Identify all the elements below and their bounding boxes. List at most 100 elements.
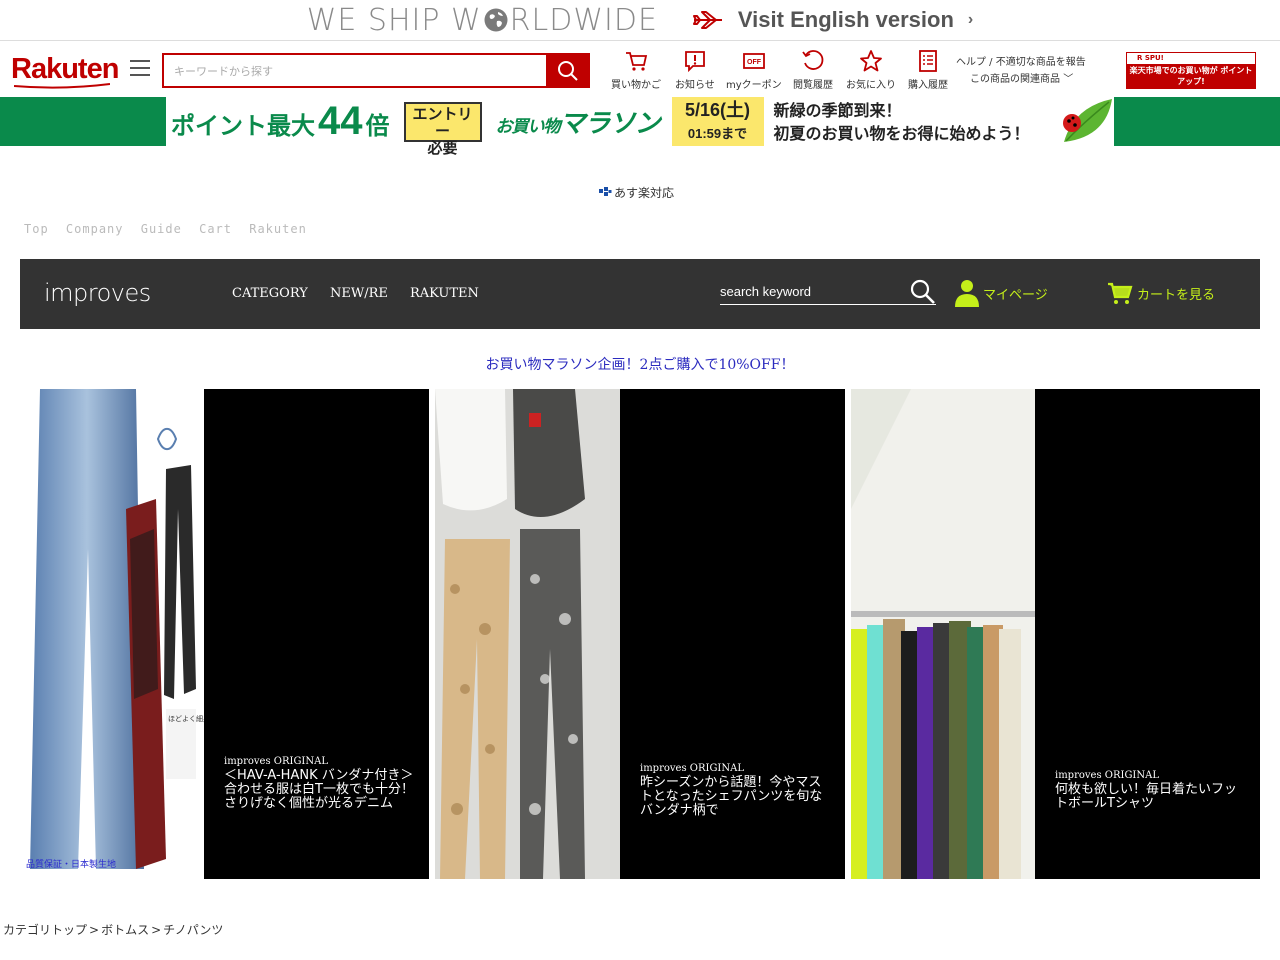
search-icon[interactable] — [910, 279, 936, 305]
card-caption: improves ORIGINAL 何枚も欲しい！毎日着たいフットボールTシャツ — [1055, 770, 1245, 811]
visit-english-label: Visit English version — [737, 7, 954, 32]
campaign-content: ポイント最大 44 倍 エントリー 必要 お買い物マラソン 5/16(土) 01… — [166, 97, 1114, 156]
marathon-logo: お買い物マラソン — [495, 103, 661, 140]
mypage-link[interactable]: マイページ — [955, 279, 1048, 307]
denim-image: ほどよく細身のテーパード 品質保証・日本製生地 — [26, 389, 204, 879]
toplink-guide[interactable]: Guide — [141, 222, 182, 236]
nav-history[interactable]: 閲覧履歴 — [793, 49, 833, 91]
point-multiplier: ポイント最大 44 倍 — [171, 99, 390, 144]
visit-english-link[interactable]: Visit English version › — [692, 7, 973, 33]
nav-new-re[interactable]: NEW/RE — [330, 286, 388, 301]
colorful-pants-illustration — [851, 389, 1035, 879]
ship-worldwide-title: WE SHIP W RLDWIDE — [307, 3, 658, 38]
leaf-ladybug-icon — [1063, 99, 1112, 142]
nav-rakuten[interactable]: RAKUTEN — [410, 286, 479, 301]
search-button[interactable] — [546, 53, 590, 88]
nav-notifications[interactable]: お知らせ — [675, 49, 715, 91]
card-brand-tag: improves ORIGINAL — [224, 756, 328, 767]
ship-title-suffix: RLDWIDE — [509, 2, 658, 38]
help-report-link[interactable]: ヘルプ / 不適切な商品を報告 — [956, 54, 1086, 71]
marathon-campaign-banner[interactable]: ポイント最大 44 倍 エントリー 必要 お買い物マラソン 5/16(土) 01… — [0, 97, 1280, 156]
svg-text:品質保証・日本製生地: 品質保証・日本製生地 — [26, 858, 116, 870]
spu-message: 楽天市場でのお買い物が ポイントアップ! — [1127, 64, 1255, 88]
shop-logo[interactable]: improves — [44, 279, 151, 307]
football-tee-image — [851, 389, 1035, 879]
search-input[interactable]: キーワードから探す — [162, 53, 546, 88]
svg-text:ほどよく細身のテーパード: ほどよく細身のテーパード — [168, 714, 204, 723]
toplink-cart[interactable]: Cart — [199, 222, 232, 236]
user-icon — [955, 280, 979, 307]
shop-top-links: Top Company Guide Cart Rakuten — [24, 222, 316, 236]
chevron-down-icon: ﹀ — [1063, 74, 1074, 85]
receipt-icon — [919, 50, 937, 72]
campaign-deadline: 5/16(土) 01:59まで — [671, 97, 764, 146]
nav-purchase-history[interactable]: 購入履歴 — [908, 49, 948, 91]
point-suffix: 倍 — [365, 112, 390, 140]
card-caption: improves ORIGINAL 昨シーズンから話題！今やマストとなったシェフ… — [640, 763, 830, 818]
breadcrumb-bottoms[interactable]: ボトムス — [101, 923, 149, 937]
breadcrumb: カテゴリトップ > ボトムス > チノパンツ — [3, 921, 225, 938]
breadcrumb-separator: > — [89, 923, 100, 937]
shop-nav-bar: improves CATEGORY NEW/RE RAKUTEN search … — [20, 259, 1260, 329]
globe-icon — [484, 8, 508, 32]
card-description: 昨シーズンから話題！今やマストとなったシェフパンツを旬なバンダナ柄で — [640, 775, 823, 818]
cart-icon — [626, 52, 648, 71]
card-brand-tag: improves ORIGINAL — [1055, 770, 1159, 781]
view-cart-label: カートを見る — [1137, 287, 1216, 303]
feature-card-football-tee[interactable]: improves ORIGINAL 何枚も欲しい！毎日着たいフットボールTシャツ — [851, 389, 1260, 879]
feature-card-denim[interactable]: ほどよく細身のテーパード 品質保証・日本製生地 improves ORIGINA… — [26, 389, 429, 879]
nav-favorites[interactable]: お気に入り — [846, 49, 896, 91]
nav-favorites-label: お気に入り — [846, 80, 896, 91]
history-icon — [802, 50, 824, 70]
toplink-rakuten[interactable]: Rakuten — [249, 222, 307, 236]
star-icon — [860, 50, 882, 72]
marathon-prefix: お買い物 — [495, 117, 561, 137]
breadcrumb-chino-pants[interactable]: チノパンツ — [163, 923, 223, 937]
rakuten-logo[interactable]: Rakuten — [11, 53, 119, 86]
ship-title-prefix: WE SHIP W — [306, 2, 482, 38]
point-value: 44 — [318, 99, 363, 143]
svg-text:OFF: OFF — [747, 59, 762, 66]
airplane-icon — [692, 11, 722, 29]
logo-swoosh-icon — [14, 83, 110, 89]
feature-card-chef-pants[interactable]: improves ORIGINAL 昨シーズンから話題！今やマストとなったシェフ… — [435, 389, 845, 879]
spu-banner[interactable]: R SPU! 楽天市場でのお買い物が ポイントアップ! — [1126, 52, 1256, 89]
card-description: 何枚も欲しい！毎日着たいフットボールTシャツ — [1055, 782, 1238, 811]
help-links: ヘルプ / 不適切な商品を報告 この商品の関連商品 ﹀ — [956, 54, 1086, 88]
mypage-label: マイページ — [983, 287, 1048, 303]
card-brand-tag: improves ORIGINAL — [640, 763, 744, 774]
view-cart-link[interactable]: カートを見る — [1107, 281, 1215, 305]
worldwide-banner[interactable]: WE SHIP W RLDWIDE Visit English version … — [0, 0, 1280, 40]
promo-link[interactable]: お買い物マラソン企画！2点ご購入で10%OFF！ — [0, 354, 1280, 374]
nav-purchase-history-label: 購入履歴 — [908, 80, 948, 91]
nav-cart-label: 買い物かご — [611, 80, 661, 91]
breadcrumb-separator: > — [151, 923, 162, 937]
toplink-company[interactable]: Company — [66, 222, 124, 236]
asuraku-label: あす楽対応 — [614, 186, 675, 200]
nav-history-label: 閲覧履歴 — [793, 80, 833, 91]
chevron-right-icon: › — [967, 11, 974, 28]
deadline-date: 5/16(土) — [685, 100, 751, 120]
shop-search-input[interactable]: search keyword — [720, 280, 936, 305]
entry-required-badge: エントリー 必要 — [403, 101, 482, 156]
asuraku-badge: あす楽対応 — [599, 184, 674, 201]
nav-notifications-label: お知らせ — [675, 80, 715, 91]
related-items-link[interactable]: この商品の関連商品 ﹀ — [956, 71, 1086, 88]
toplink-top[interactable]: Top — [24, 222, 49, 236]
notification-icon — [685, 51, 705, 73]
entry-line2: 必要 — [427, 138, 458, 157]
shop-search-placeholder: search keyword — [720, 284, 812, 299]
entry-line1: エントリー — [412, 104, 473, 140]
delivery-box-icon — [599, 187, 612, 196]
card-caption: improves ORIGINAL ＜HAV-A-HANK バンダナ付き＞合わせ… — [224, 756, 414, 811]
denim-jeans-illustration: ほどよく細身のテーパード 品質保証・日本製生地 — [26, 389, 204, 870]
chef-pants-image — [435, 389, 620, 879]
spu-logo: R SPU! — [1127, 53, 1255, 64]
nav-category[interactable]: CATEGORY — [232, 286, 308, 301]
nav-cart[interactable]: 買い物かご — [611, 49, 661, 91]
nav-coupon-label: myクーポン — [726, 80, 782, 91]
breadcrumb-category-top[interactable]: カテゴリトップ — [3, 923, 87, 937]
menu-icon[interactable] — [130, 60, 150, 78]
nav-coupon[interactable]: OFF myクーポン — [726, 49, 782, 91]
coupon-icon: OFF — [742, 53, 765, 69]
